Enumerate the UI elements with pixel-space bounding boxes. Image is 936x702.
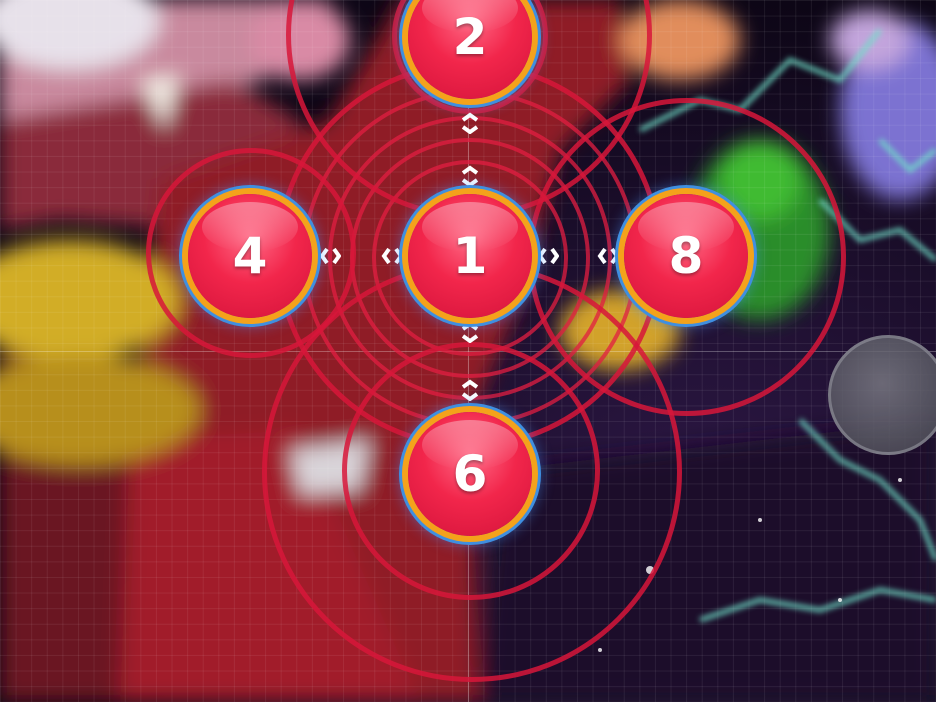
chevron-arrow-icon [378, 242, 406, 270]
chevron-arrow-icon [534, 242, 562, 270]
combo-number: 6 [452, 445, 488, 503]
hit-circle[interactable]: 6 [408, 412, 532, 536]
game-playfield[interactable]: 2 4 8 6 1 [0, 0, 936, 702]
hit-circle[interactable]: 1 [408, 194, 532, 318]
chevron-arrow-icon [456, 318, 484, 346]
chevron-arrow-icon [456, 376, 484, 404]
combo-number: 1 [452, 227, 488, 285]
chevron-arrow-icon [456, 109, 484, 137]
touch-button-icon[interactable] [828, 335, 936, 455]
combo-number: 8 [668, 227, 704, 285]
chevron-arrow-icon [316, 242, 344, 270]
chevron-arrow-icon [594, 242, 622, 270]
hit-circle[interactable]: 8 [624, 194, 748, 318]
hit-circle[interactable]: 4 [188, 194, 312, 318]
chevron-arrow-icon [456, 162, 484, 190]
combo-number: 4 [232, 227, 268, 285]
combo-number: 2 [452, 8, 488, 66]
